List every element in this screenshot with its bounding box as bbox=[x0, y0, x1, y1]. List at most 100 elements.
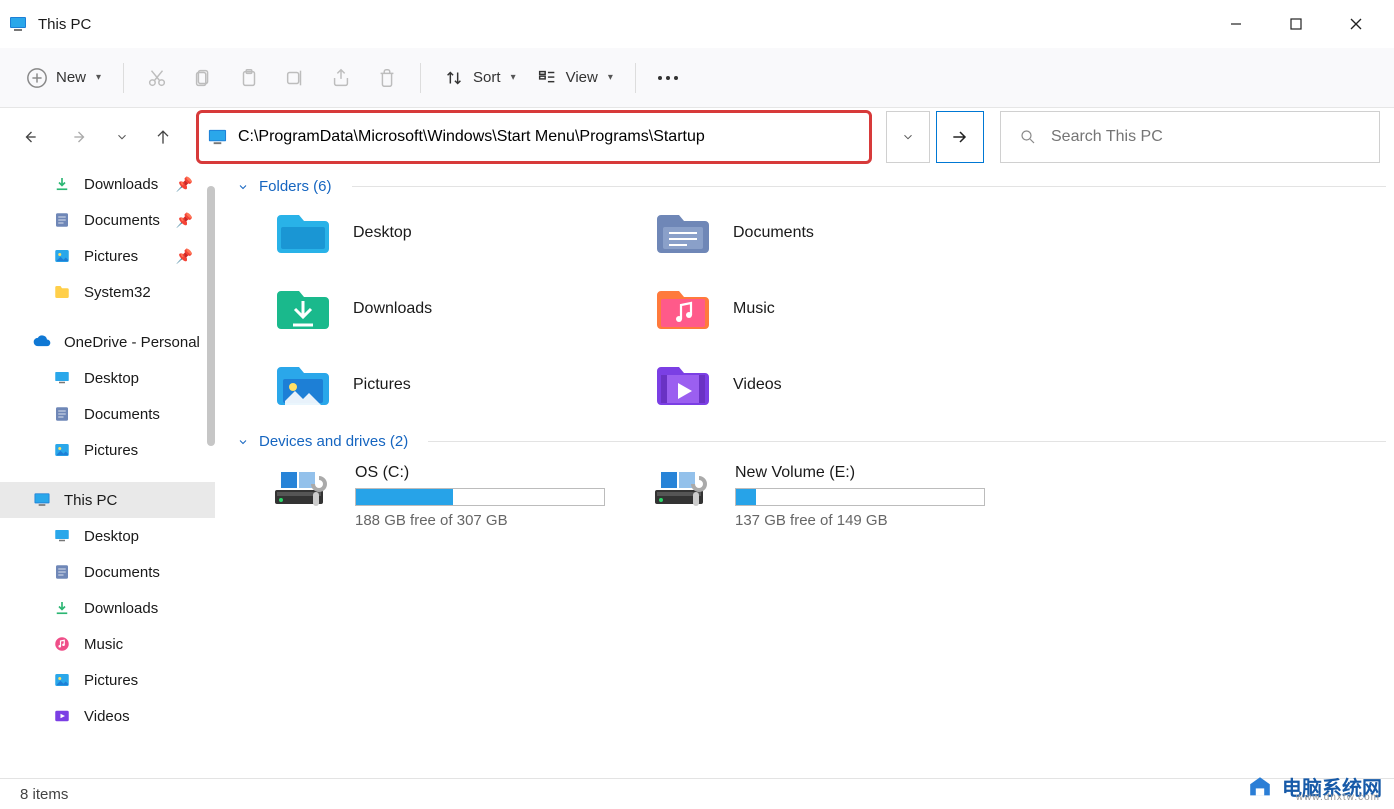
address-dropdown[interactable] bbox=[886, 111, 930, 163]
sidebar-item-pc-pictures[interactable]: Pictures bbox=[0, 662, 215, 698]
drives-group-header[interactable]: Devices and drives (2) bbox=[237, 433, 1386, 450]
drive-capacity-bar bbox=[355, 488, 605, 506]
share-button[interactable] bbox=[320, 56, 362, 100]
plus-circle-icon bbox=[26, 67, 48, 89]
chevron-down-icon: ▾ bbox=[511, 72, 516, 83]
minimize-button[interactable] bbox=[1206, 4, 1266, 44]
address-input[interactable] bbox=[238, 117, 861, 157]
sidebar-item-documents[interactable]: Documents 📌 bbox=[0, 202, 215, 238]
sidebar-item-pc-downloads[interactable]: Downloads bbox=[0, 590, 215, 626]
drive-item[interactable]: New Volume (E:) 137 GB free of 149 GB bbox=[653, 464, 1033, 529]
view-label: View bbox=[566, 69, 598, 86]
more-button[interactable] bbox=[648, 56, 688, 100]
drive-item[interactable]: OS (C:) 188 GB free of 307 GB bbox=[273, 464, 653, 529]
search-input[interactable] bbox=[1051, 128, 1361, 146]
sort-button[interactable]: Sort ▾ bbox=[433, 56, 526, 100]
sidebar-item-pictures[interactable]: Pictures📌 bbox=[0, 238, 215, 274]
folders-group-header[interactable]: Folders (6) bbox=[237, 178, 1386, 195]
cut-icon bbox=[146, 67, 168, 89]
copy-button[interactable] bbox=[182, 56, 224, 100]
folder-item-music[interactable]: Music bbox=[653, 285, 1033, 333]
sidebar-item-od-documents[interactable]: Documents bbox=[0, 396, 215, 432]
pin-icon: 📌 bbox=[176, 176, 193, 193]
sidebar-item-system32[interactable]: System32 bbox=[0, 274, 215, 310]
sidebar-item-label: Documents bbox=[84, 406, 160, 423]
videos-folder-icon bbox=[653, 361, 713, 409]
sidebar-item-pc-videos[interactable]: Videos bbox=[0, 698, 215, 734]
recent-button[interactable] bbox=[110, 115, 134, 159]
paste-icon bbox=[238, 67, 260, 89]
sidebar-item-label: Pictures bbox=[84, 248, 138, 265]
item-count: 8 items bbox=[20, 786, 68, 803]
sidebar-item-label: This PC bbox=[64, 492, 117, 509]
sidebar-item-od-pictures[interactable]: Pictures bbox=[0, 432, 215, 468]
chevron-down-icon: ▾ bbox=[96, 72, 101, 83]
sidebar-item-pc-documents[interactable]: Documents bbox=[0, 554, 215, 590]
search-icon bbox=[1019, 128, 1037, 146]
forward-button[interactable] bbox=[58, 115, 104, 159]
delete-button[interactable] bbox=[366, 56, 408, 100]
up-button[interactable] bbox=[140, 115, 186, 159]
toolbar: New ▾ Sort ▾ View ▾ bbox=[0, 48, 1394, 108]
pin-icon: 📌 bbox=[176, 212, 193, 229]
search-box[interactable] bbox=[1000, 111, 1380, 163]
folder-item-documents[interactable]: Documents bbox=[653, 209, 1033, 257]
paste-button[interactable] bbox=[228, 56, 270, 100]
copy-icon bbox=[192, 67, 214, 89]
sidebar-item-this-pc[interactable]: This PC bbox=[0, 482, 215, 518]
sidebar-item-pc-music[interactable]: Music bbox=[0, 626, 215, 662]
sidebar-item-label: Downloads bbox=[84, 176, 158, 193]
folder-item-downloads[interactable]: Downloads bbox=[273, 285, 653, 333]
dots-icon bbox=[658, 76, 678, 80]
separator bbox=[123, 63, 124, 93]
rename-icon bbox=[284, 67, 306, 89]
folder-icon bbox=[52, 282, 72, 302]
sidebar-item-label: Videos bbox=[84, 708, 130, 725]
separator bbox=[635, 63, 636, 93]
folder-item-desktop[interactable]: Desktop bbox=[273, 209, 653, 257]
rename-button[interactable] bbox=[274, 56, 316, 100]
folder-label: Pictures bbox=[353, 376, 411, 394]
new-button[interactable]: New ▾ bbox=[16, 56, 111, 100]
share-icon bbox=[330, 67, 352, 89]
sidebar-scrollbar[interactable] bbox=[201, 166, 215, 778]
music-folder-icon bbox=[653, 285, 713, 333]
sidebar-item-label: OneDrive - Personal bbox=[64, 334, 200, 351]
sidebar-item-od-desktop[interactable]: Desktop bbox=[0, 360, 215, 396]
document-icon bbox=[52, 404, 72, 424]
view-button[interactable]: View ▾ bbox=[526, 56, 623, 100]
sidebar-item-onedrive[interactable]: OneDrive - Personal bbox=[0, 324, 215, 360]
watermark-sub: www.dnxtw.com bbox=[1296, 792, 1380, 803]
back-button[interactable] bbox=[6, 115, 52, 159]
sidebar-item-label: Documents bbox=[84, 212, 160, 229]
folder-item-videos[interactable]: Videos bbox=[653, 361, 1033, 409]
close-button[interactable] bbox=[1326, 4, 1386, 44]
this-pc-title-icon bbox=[8, 14, 28, 34]
cut-button[interactable] bbox=[136, 56, 178, 100]
drives-header-label: Devices and drives (2) bbox=[259, 433, 408, 450]
separator bbox=[420, 63, 421, 93]
pictures-folder-icon bbox=[273, 361, 333, 409]
drive-capacity-bar bbox=[735, 488, 985, 506]
sidebar-item-downloads[interactable]: Downloads 📌 bbox=[0, 166, 215, 202]
maximize-button[interactable] bbox=[1266, 4, 1326, 44]
chevron-down-icon bbox=[237, 436, 249, 448]
documents-folder-icon bbox=[653, 209, 713, 257]
sidebar-item-label: Downloads bbox=[84, 600, 158, 617]
folder-item-pictures[interactable]: Pictures bbox=[273, 361, 653, 409]
sidebar-item-pc-desktop[interactable]: Desktop bbox=[0, 518, 215, 554]
video-icon bbox=[52, 706, 72, 726]
document-icon bbox=[52, 562, 72, 582]
status-bar: 8 items bbox=[0, 778, 1394, 809]
sidebar-item-label: System32 bbox=[84, 284, 151, 301]
sidebar-item-label: Pictures bbox=[84, 672, 138, 689]
sort-icon bbox=[443, 67, 465, 89]
content-area: Folders (6) DesktopDocuments Downloads Mus… bbox=[215, 166, 1394, 778]
address-go-button[interactable] bbox=[936, 111, 984, 163]
folder-label: Downloads bbox=[353, 300, 432, 318]
sidebar-item-label: Documents bbox=[84, 564, 160, 581]
address-bar[interactable] bbox=[196, 110, 872, 164]
monitor-icon bbox=[207, 126, 228, 148]
desktop-folder-icon bbox=[273, 209, 333, 257]
folders-header-label: Folders (6) bbox=[259, 178, 332, 195]
